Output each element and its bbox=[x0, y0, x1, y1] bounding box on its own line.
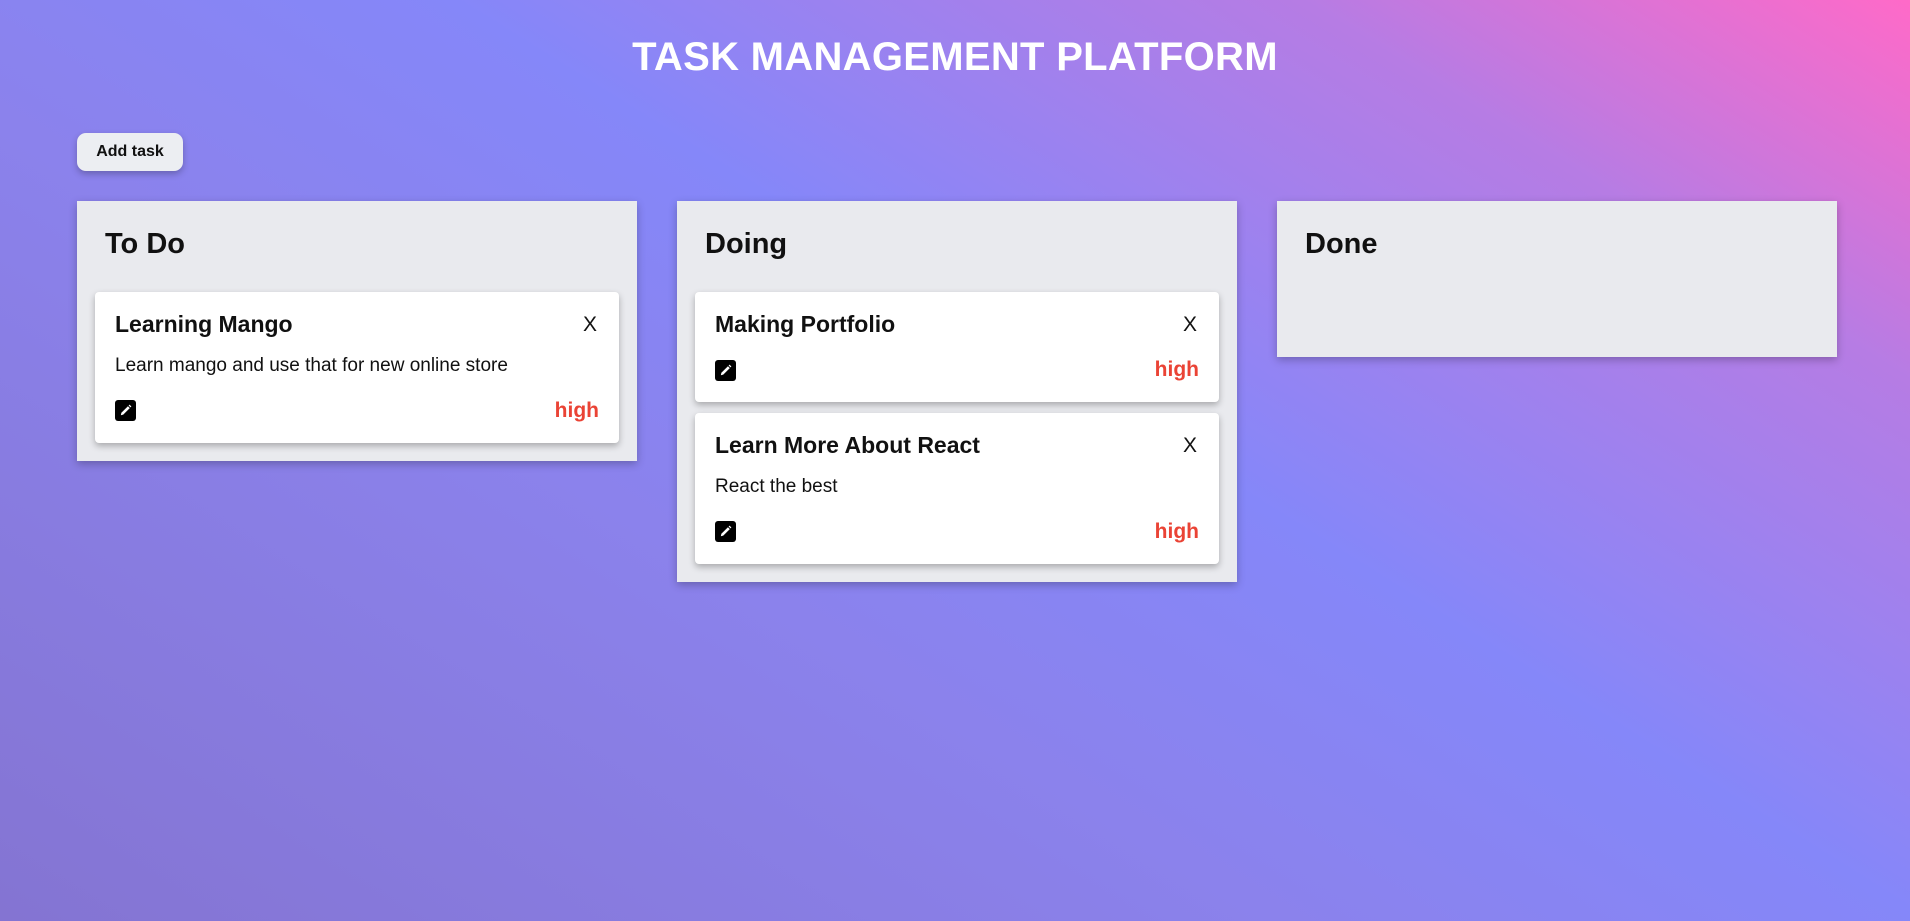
priority-badge: high bbox=[1154, 358, 1199, 381]
column-todo: To Do Learning Mango X Learn mango and u… bbox=[77, 201, 637, 461]
add-task-button[interactable]: Add task bbox=[77, 133, 183, 171]
column-title: Done bbox=[1305, 228, 1378, 260]
column-doing: Doing Making Portfolio X high Learn More… bbox=[677, 201, 1237, 582]
edit-icon[interactable] bbox=[715, 521, 736, 543]
task-title: Learning Mango bbox=[115, 310, 293, 337]
priority-badge: high bbox=[554, 398, 599, 422]
edit-icon[interactable] bbox=[115, 400, 136, 422]
task-description: React the best bbox=[715, 476, 838, 497]
delete-task-button[interactable]: X bbox=[1181, 314, 1199, 335]
column-title: Doing bbox=[705, 228, 788, 260]
task-title: Learn More About React bbox=[715, 431, 980, 458]
page-title: TASK MANAGEMENT PLATFORM bbox=[632, 35, 1278, 79]
task-card[interactable]: Learn More About React X React the best … bbox=[695, 413, 1219, 564]
task-description: Learn mango and use that for new online … bbox=[115, 355, 508, 376]
task-title: Making Portfolio bbox=[715, 310, 896, 337]
task-card[interactable]: Making Portfolio X high bbox=[695, 292, 1219, 402]
column-done: Done bbox=[1277, 201, 1837, 357]
kanban-board: To Do Learning Mango X Learn mango and u… bbox=[77, 201, 1837, 582]
delete-task-button[interactable]: X bbox=[581, 314, 599, 335]
task-card[interactable]: Learning Mango X Learn mango and use tha… bbox=[95, 292, 619, 443]
column-title: To Do bbox=[105, 228, 185, 260]
edit-icon[interactable] bbox=[715, 359, 736, 381]
priority-badge: high bbox=[1154, 519, 1199, 543]
delete-task-button[interactable]: X bbox=[1181, 435, 1199, 456]
